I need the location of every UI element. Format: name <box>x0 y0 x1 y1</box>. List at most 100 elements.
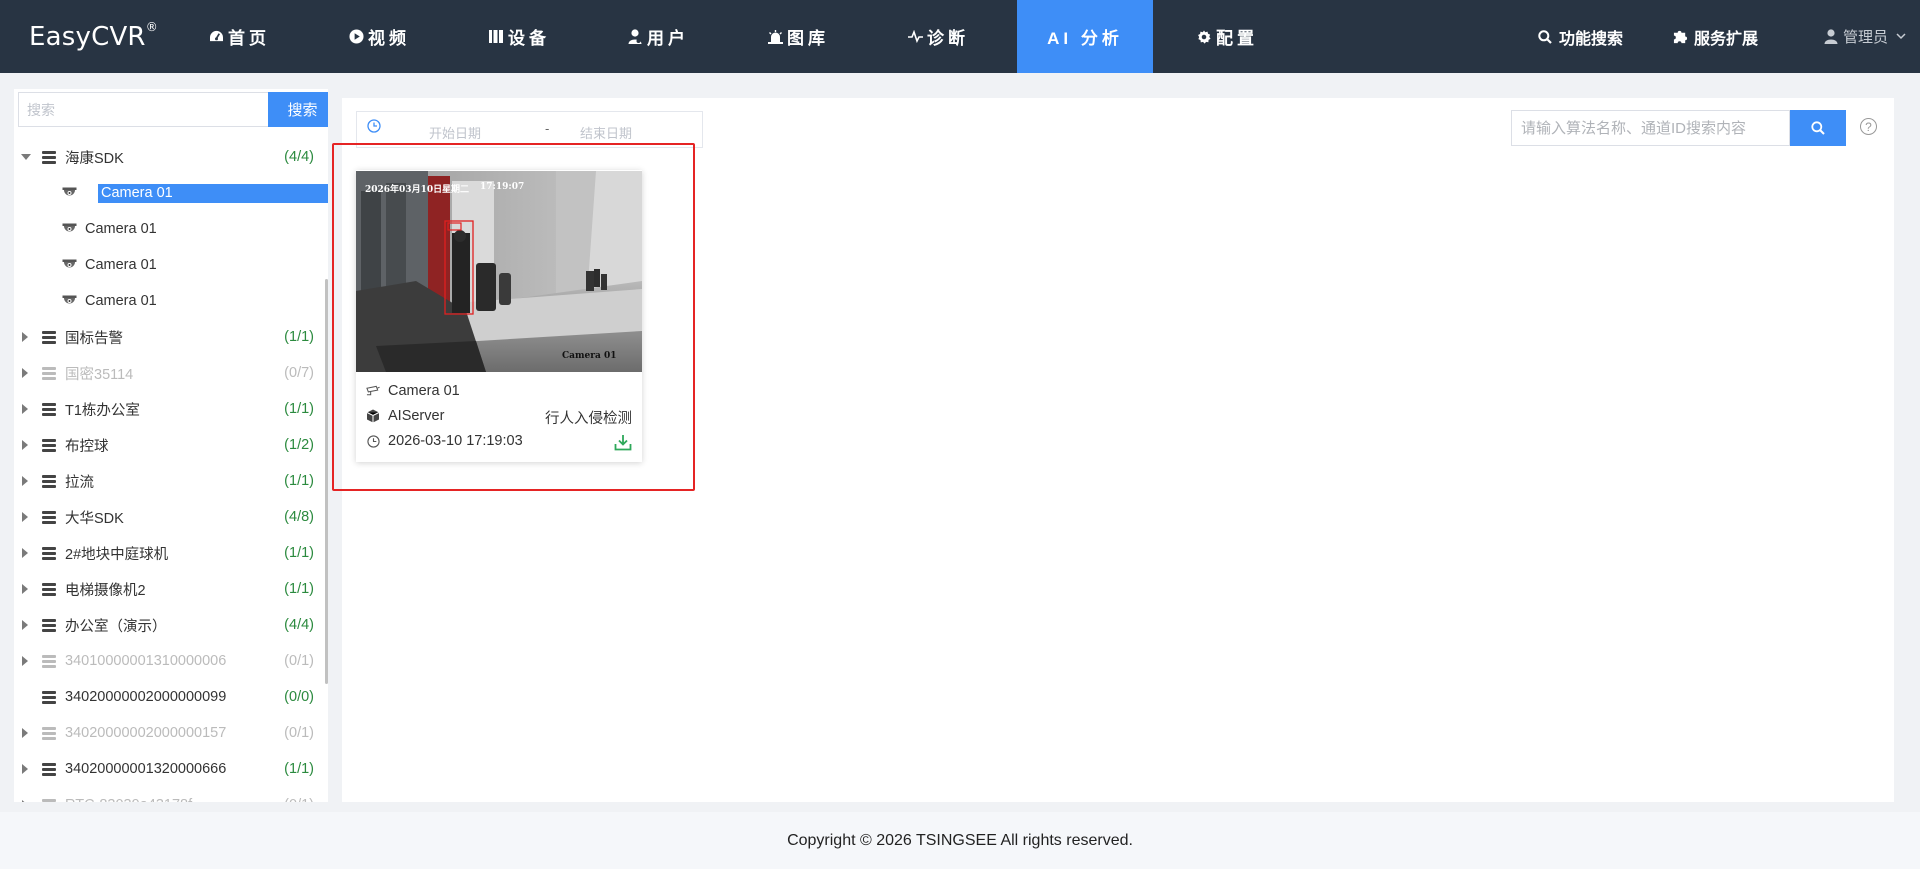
user-menu[interactable]: 管理员 <box>1824 0 1906 73</box>
caret-right-icon[interactable] <box>22 620 28 630</box>
search-icon <box>1538 29 1554 45</box>
tree-search-input[interactable] <box>18 92 268 127</box>
caret-right-icon[interactable] <box>22 728 28 738</box>
server-icon <box>42 762 56 776</box>
tree-node-camera[interactable]: Camera 01 <box>14 211 328 247</box>
start-date-input[interactable]: 开始日期 <box>429 123 481 142</box>
help-icon[interactable]: ? <box>1860 118 1877 135</box>
event-snapshot[interactable]: 2026年03月10日 星期二 17:19:07 Camera 01 <box>356 171 642 372</box>
dome-camera-icon <box>62 187 77 199</box>
copyright-text: Copyright © 2026 TSINGSEE All rights res… <box>787 831 1133 849</box>
tree-node-label: Camera 01 <box>85 293 157 309</box>
date-separator: - <box>545 121 550 136</box>
tree-node-group[interactable]: 34010000001310000006 (0/1) <box>14 643 328 679</box>
card-timestamp: 2026-03-10 17:19:03 <box>388 433 523 449</box>
nav-user[interactable]: 用户 <box>614 0 702 73</box>
caret-right-icon[interactable] <box>22 584 28 594</box>
user-name: 管理员 <box>1842 29 1888 46</box>
tree-node-camera[interactable]: Camera 01 <box>14 247 328 283</box>
osd-time: 17:19:07 <box>480 182 525 192</box>
tree-node-group[interactable]: 34020000002000000099 (0/0) <box>14 679 328 715</box>
algorithm-search-input[interactable] <box>1511 110 1790 146</box>
user-icon <box>627 29 643 45</box>
nav-config[interactable]: 配置 <box>1183 0 1271 73</box>
caret-right-icon[interactable] <box>22 656 28 666</box>
chevron-down-icon <box>1896 33 1906 40</box>
caret-right-icon[interactable] <box>22 368 28 378</box>
tree-node-label: 大华SDK <box>65 510 124 527</box>
caret-right-icon[interactable] <box>22 512 28 522</box>
card-channel: Camera 01 <box>388 383 460 399</box>
server-icon <box>42 438 56 452</box>
tree-node-label: Camera 01 <box>85 257 157 273</box>
tree-node-group[interactable]: 34020000001320000666 (1/1) <box>14 751 328 787</box>
download-icon[interactable] <box>614 434 632 456</box>
server-icon <box>42 654 56 668</box>
server-icon <box>42 546 56 560</box>
tree-node-label: T1栋办公室 <box>65 402 140 419</box>
tree-node-count: (4/8) <box>284 509 314 525</box>
footer: Copyright © 2026 TSINGSEE All rights res… <box>0 812 1920 869</box>
gear-icon <box>1196 29 1212 45</box>
tree-node-camera[interactable]: Camera 01 <box>14 283 328 319</box>
tree-node-group[interactable]: 海康SDK (4/4) <box>14 139 328 175</box>
tree-node-group[interactable]: 国标告警 (1/1) <box>14 319 328 355</box>
tree-node-label: 34010000001310000006 <box>65 653 227 669</box>
tree-node-group[interactable]: 拉流 (1/1) <box>14 463 328 499</box>
caret-down-icon[interactable] <box>21 154 31 160</box>
card-server-line: AIServer <box>366 406 444 426</box>
caret-right-icon[interactable] <box>22 548 28 558</box>
tree-node-group[interactable]: 34020000002000000157 (0/1) <box>14 715 328 751</box>
caret-right-icon[interactable] <box>22 440 28 450</box>
tree-node-label: 布控球 <box>65 438 109 455</box>
end-date-input[interactable]: 结束日期 <box>580 123 632 142</box>
algorithm-search-button[interactable] <box>1790 110 1846 146</box>
tree-search-button[interactable]: 搜索 <box>268 92 328 127</box>
tree-node-count: (4/4) <box>284 617 314 633</box>
snapshot-image <box>356 171 642 372</box>
osd-date: 2026年03月10日 <box>365 185 443 195</box>
nav-gallery[interactable]: 图库 <box>754 0 842 73</box>
card-time-line: 2026-03-10 17:19:03 <box>366 431 523 451</box>
tree-node-group[interactable]: 布控球 (1/2) <box>14 427 328 463</box>
osd-camera: Camera 01 <box>562 351 617 361</box>
tree-node-group[interactable]: 国密35114 (0/7) <box>14 355 328 391</box>
service-extension-button[interactable]: 服务扩展 <box>1673 0 1758 73</box>
top-navbar: EasyCVR® 首页 视频 设备 用户 图库 诊断 AI 分析 配置 功能搜索… <box>0 0 1920 73</box>
nav-diagnosis[interactable]: 诊断 <box>894 0 982 73</box>
server-icon <box>42 510 56 524</box>
server-icon <box>42 150 56 164</box>
feature-search-button[interactable]: 功能搜索 <box>1538 0 1623 73</box>
cube-icon <box>366 409 380 423</box>
server-icon <box>42 690 56 704</box>
tree-node-group[interactable]: RTC-83039a43178f (0/1) <box>14 787 328 802</box>
tree-node-label: Camera 01 <box>85 221 157 237</box>
tree-node-group[interactable]: 办公室（演示） (4/4) <box>14 607 328 643</box>
date-range-picker[interactable]: 开始日期 - 结束日期 <box>356 111 703 148</box>
nav-video[interactable]: 视频 <box>335 0 423 73</box>
device-tree-panel: 搜索 海康SDK (4/4) Camera 01 Camera 01 Camera 01… <box>14 89 328 802</box>
ai-result-card[interactable]: 2026年03月10日 星期二 17:19:07 Camera 01 Camer… <box>356 170 642 462</box>
tree-node-group[interactable]: 大华SDK (4/8) <box>14 499 328 535</box>
nav-ai-analysis[interactable]: AI 分析 <box>1017 0 1153 73</box>
tree-scrollbar[interactable] <box>325 279 328 684</box>
tree-node-label: RTC-83039a43178f <box>65 797 192 802</box>
tree-node-count: (1/1) <box>284 401 314 417</box>
user-avatar-icon <box>1824 29 1838 44</box>
tree-node-label: 海康SDK <box>65 150 124 167</box>
nav-device[interactable]: 设备 <box>475 0 563 73</box>
device-icon <box>488 29 504 45</box>
caret-right-icon[interactable] <box>22 332 28 342</box>
tree-node-camera[interactable]: Camera 01 <box>14 175 328 211</box>
app-logo[interactable]: EasyCVR® <box>29 20 158 52</box>
tree-node-group[interactable]: 2#地块中庭球机 (1/1) <box>14 535 328 571</box>
tree-node-count: (1/1) <box>284 473 314 489</box>
nav-home[interactable]: 首页 <box>195 0 283 73</box>
tree-node-group[interactable]: T1栋办公室 (1/1) <box>14 391 328 427</box>
caret-right-icon[interactable] <box>22 476 28 486</box>
caret-right-icon[interactable] <box>22 404 28 414</box>
caret-right-icon[interactable] <box>22 800 28 802</box>
tree-node-count: (1/1) <box>284 761 314 777</box>
tree-node-group[interactable]: 电梯摄像机2 (1/1) <box>14 571 328 607</box>
caret-right-icon[interactable] <box>22 764 28 774</box>
